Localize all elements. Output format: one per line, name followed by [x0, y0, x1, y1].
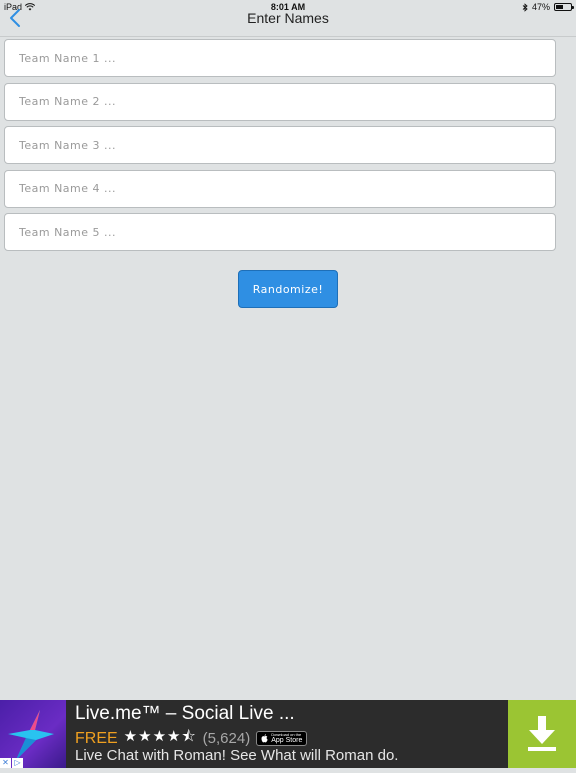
team-name-form [4, 39, 556, 257]
ad-close-controls[interactable]: ✕ ▷ [0, 758, 23, 768]
team-name-2-input[interactable] [4, 82, 556, 121]
team-name-1-input[interactable] [4, 39, 556, 77]
ad-rating-count: (5,624) [202, 730, 251, 747]
team-name-4-input[interactable] [4, 169, 556, 208]
ad-info-icon[interactable]: ▷ [12, 758, 23, 768]
ad-close-icon[interactable]: ✕ [0, 758, 11, 768]
randomize-button[interactable]: Randomize! [238, 270, 338, 308]
ad-banner[interactable]: ✕ ▷ Live.me™ – Social Live ... FREE ★★★★… [0, 700, 576, 768]
apple-logo-icon [261, 734, 268, 743]
ad-description: Live Chat with Roman! See What will Roma… [75, 747, 399, 764]
navigation-bar: Enter Names [0, 0, 576, 37]
download-icon [528, 716, 556, 751]
ad-title: Live.me™ – Social Live ... [75, 703, 295, 724]
badge-big-text: App Store [271, 737, 303, 744]
ad-app-icon[interactable]: ✕ ▷ [0, 700, 66, 768]
ad-price: FREE [75, 729, 118, 747]
ad-download-button[interactable] [508, 700, 576, 768]
team-name-5-input[interactable] [4, 213, 556, 251]
page-title: Enter Names [247, 10, 329, 26]
team-name-3-input[interactable] [4, 126, 556, 164]
app-store-badge[interactable]: Download on the App Store [256, 731, 308, 746]
